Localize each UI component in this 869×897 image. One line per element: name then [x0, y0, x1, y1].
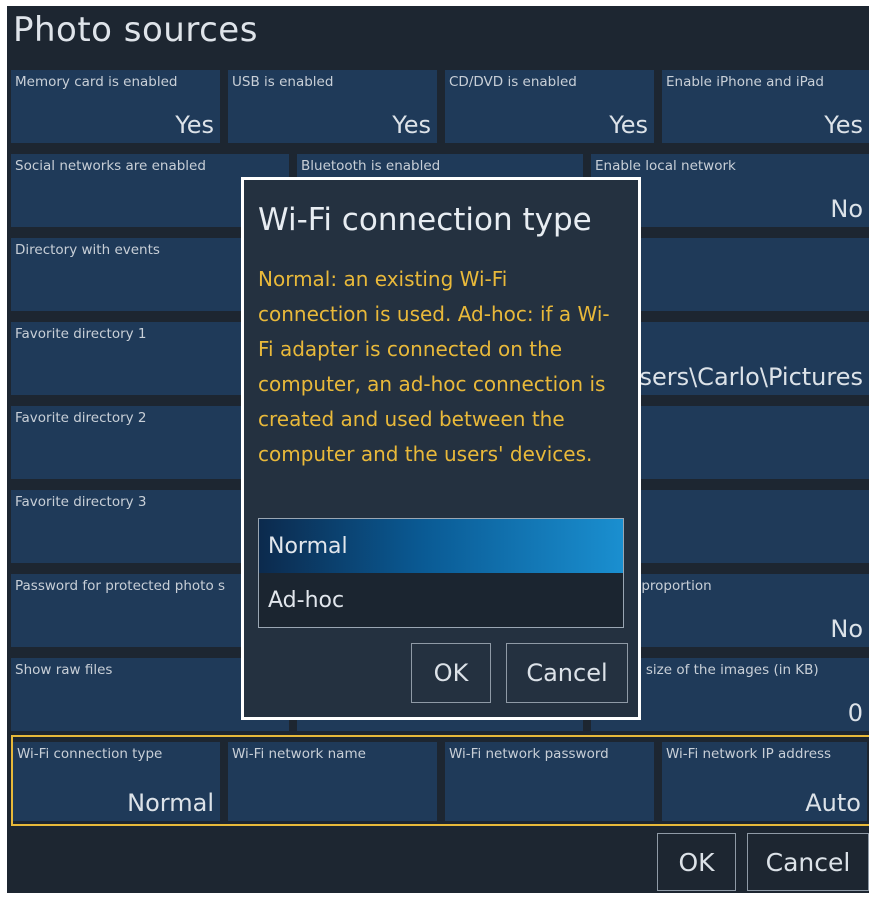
memory-card-value: Yes [175, 111, 214, 139]
iphone-value: Yes [824, 111, 863, 139]
iphone-label: Enable iPhone and iPad [666, 74, 824, 90]
memory-card-label: Memory card is enabled [15, 74, 178, 90]
cddvd-label: CD/DVD is enabled [449, 74, 577, 90]
connection-type-list[interactable]: Normal Ad-hoc [258, 518, 624, 628]
favorite-directory-2-label: Favorite directory 2 [15, 410, 147, 426]
memory-card-tile[interactable]: Memory card is enabled Yes [11, 70, 220, 143]
wifi-connection-type-tile[interactable]: Wi-Fi connection type Normal [13, 742, 220, 821]
footer-cancel-button[interactable]: Cancel [747, 833, 869, 891]
iphone-tile[interactable]: Enable iPhone and iPad Yes [662, 70, 869, 143]
cddvd-tile[interactable]: CD/DVD is enabled Yes [445, 70, 654, 143]
wifi-network-password-tile[interactable]: Wi-Fi network password [445, 742, 654, 821]
wifi-ip-address-label: Wi-Fi network IP address [666, 746, 832, 762]
social-networks-label: Social networks are enabled [15, 158, 206, 174]
max-file-size-value: 0 [847, 699, 863, 727]
page-title: Photo sources [13, 10, 258, 50]
image-proportion-value: No [830, 615, 863, 643]
dialog-ok-button[interactable]: OK [411, 643, 491, 703]
usb-value: Yes [392, 111, 431, 139]
wifi-ip-address-value: Auto [805, 789, 861, 817]
local-network-label: Enable local network [595, 158, 736, 174]
wifi-connection-type-dialog: Wi-Fi connection type Normal: an existin… [241, 177, 641, 720]
option-ad-hoc[interactable]: Ad-hoc [259, 573, 623, 627]
favorite-directory-1-value: sers\Carlo\Pictures [639, 363, 863, 391]
usb-label: USB is enabled [232, 74, 334, 90]
dialog-title: Wi-Fi connection type [258, 202, 592, 238]
local-network-value: No [830, 195, 863, 223]
show-raw-label: Show raw files [15, 662, 113, 678]
wifi-network-name-tile[interactable]: Wi-Fi network name [228, 742, 437, 821]
favorite-directory-3-label: Favorite directory 3 [15, 494, 147, 510]
directory-events-label: Directory with events [15, 242, 160, 258]
footer-ok-button[interactable]: OK [657, 833, 736, 891]
wifi-network-name-label: Wi-Fi network name [232, 746, 366, 762]
cddvd-value: Yes [609, 111, 648, 139]
bluetooth-label: Bluetooth is enabled [301, 158, 441, 174]
dialog-description: Normal: an existing Wi-Fi connection is … [258, 267, 610, 466]
usb-tile[interactable]: USB is enabled Yes [228, 70, 437, 143]
option-normal[interactable]: Normal [259, 519, 623, 573]
dialog-cancel-button[interactable]: Cancel [506, 643, 628, 703]
wifi-connection-type-value: Normal [127, 789, 214, 817]
wifi-connection-type-label: Wi-Fi connection type [17, 746, 163, 762]
password-protected-label: Password for protected photo s [15, 578, 226, 594]
favorite-directory-1-label: Favorite directory 1 [15, 326, 147, 342]
wifi-ip-address-tile[interactable]: Wi-Fi network IP address Auto [662, 742, 867, 821]
wifi-network-password-label: Wi-Fi network password [449, 746, 609, 762]
photo-sources-window: Photo sources Memory card is enabled Yes… [7, 6, 869, 893]
